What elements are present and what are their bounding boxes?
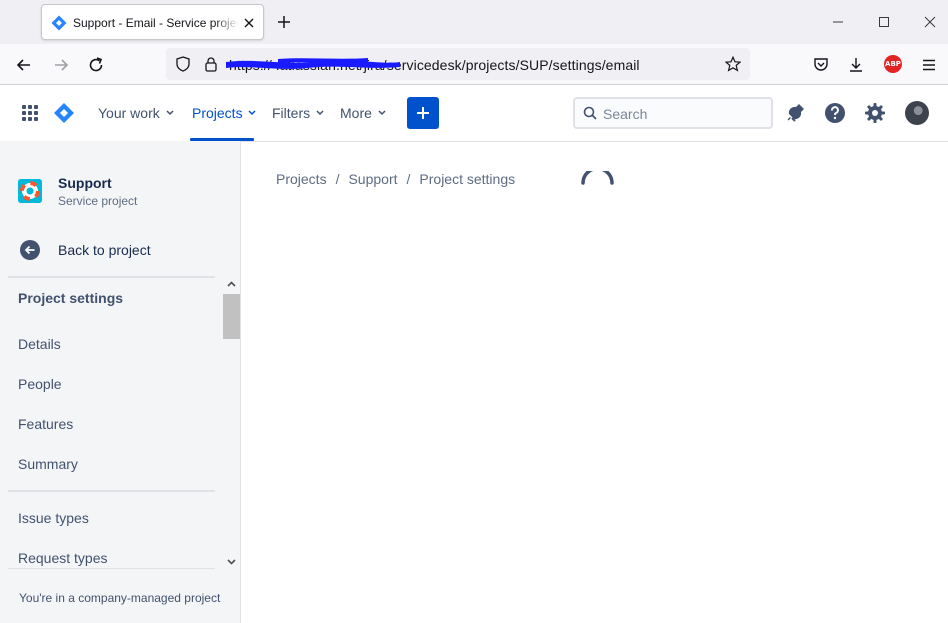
url-redaction	[226, 58, 400, 69]
sidebar-item-request-types[interactable]: Request types	[18, 550, 108, 566]
jira-favicon-icon	[51, 15, 67, 31]
jira-logo-icon[interactable]	[53, 102, 75, 124]
browser-tabstrip: Support - Email - Service project	[0, 0, 948, 44]
sidebar: Support Service project Back to project …	[0, 141, 241, 623]
breadcrumb-projects[interactable]: Projects	[276, 171, 327, 187]
project-type: Service project	[58, 194, 138, 208]
breadcrumb-separator: /	[406, 171, 411, 187]
nav-your-work[interactable]: Your work	[98, 105, 174, 123]
breadcrumb-project-settings[interactable]: Project settings	[419, 171, 515, 187]
company-managed-note[interactable]: You're in a company-managed project	[19, 591, 220, 605]
star-icon[interactable]	[725, 56, 741, 72]
reload-icon[interactable]	[87, 56, 105, 74]
sidebar-item-summary[interactable]: Summary	[18, 456, 78, 472]
plus-icon[interactable]	[276, 14, 292, 30]
sidebar-item-people[interactable]: People	[18, 376, 62, 392]
tab-title: Support - Email - Service project	[73, 16, 239, 30]
jira-top-nav: Your work Projects Filters More	[0, 85, 948, 141]
nav-your-work-label: Your work	[98, 105, 160, 121]
chevron-down-icon	[166, 110, 174, 116]
help-icon[interactable]	[823, 101, 847, 125]
loading-spinner-icon	[581, 171, 614, 185]
search-box[interactable]	[573, 97, 773, 129]
app-switcher-icon[interactable]	[22, 105, 38, 121]
search-icon	[583, 106, 597, 120]
chevron-down-icon	[378, 110, 386, 116]
project-settings-heading: Project settings	[18, 290, 124, 306]
divider	[8, 568, 215, 569]
sidebar-item-issue-types[interactable]: Issue types	[18, 510, 89, 526]
download-icon[interactable]	[847, 56, 865, 74]
close-icon[interactable]	[241, 15, 257, 31]
shield-icon[interactable]	[175, 56, 191, 72]
scroll-up-icon[interactable]	[226, 279, 237, 290]
maximize-icon[interactable]	[876, 14, 892, 30]
sidebar-item-features[interactable]: Features	[18, 416, 73, 432]
menu-icon[interactable]	[920, 56, 938, 74]
lock-icon[interactable]	[203, 56, 219, 72]
nav-more[interactable]: More	[340, 105, 386, 123]
sidebar-item-details[interactable]: Details	[18, 336, 61, 352]
search-input[interactable]	[603, 105, 763, 123]
breadcrumb-support[interactable]: Support	[348, 171, 397, 187]
nav-projects-label: Projects	[192, 105, 243, 121]
scroll-thumb[interactable]	[223, 294, 240, 339]
adblock-icon[interactable]: ABP	[884, 55, 902, 73]
back-arrow-icon[interactable]	[15, 56, 33, 74]
project-name[interactable]: Support	[58, 175, 112, 191]
notification-icon[interactable]	[783, 101, 807, 125]
nav-more-label: More	[340, 105, 372, 121]
nav-filters[interactable]: Filters	[272, 105, 324, 123]
project-avatar	[18, 179, 42, 203]
browser-tab[interactable]: Support - Email - Service project	[41, 4, 264, 40]
plus-icon	[417, 107, 429, 119]
chevron-down-icon	[248, 110, 256, 116]
avatar[interactable]	[905, 101, 929, 125]
nav-filters-label: Filters	[272, 105, 311, 121]
pocket-icon[interactable]	[812, 56, 830, 74]
scroll-down-icon[interactable]	[226, 556, 237, 567]
create-button[interactable]	[407, 97, 439, 129]
back-arrow-icon[interactable]	[20, 240, 40, 260]
divider	[8, 490, 215, 492]
minimize-icon[interactable]	[830, 14, 846, 30]
browser-navbar: https:// .atlassian.net/jira/servicedesk…	[0, 44, 948, 85]
divider	[8, 276, 215, 278]
breadcrumb: Projects / Support / Project settings	[276, 171, 515, 187]
url-bar[interactable]: https:// .atlassian.net/jira/servicedesk…	[166, 48, 750, 80]
nav-projects[interactable]: Projects	[192, 105, 256, 123]
chevron-down-icon	[316, 110, 324, 116]
forward-arrow-icon[interactable]	[52, 56, 70, 74]
breadcrumb-separator: /	[335, 171, 340, 187]
close-icon[interactable]	[922, 14, 938, 30]
back-to-project-link[interactable]: Back to project	[58, 242, 151, 258]
settings-icon[interactable]	[863, 101, 887, 125]
